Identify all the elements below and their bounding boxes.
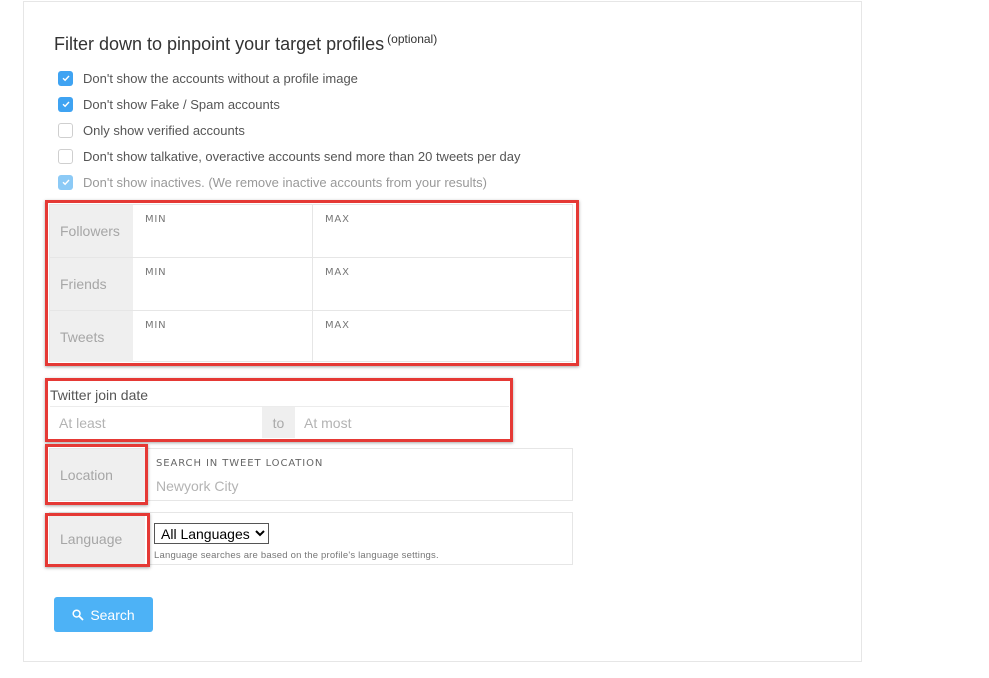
search-button[interactable]: Search <box>54 597 153 632</box>
checkmark-icon <box>62 75 70 82</box>
location-field-label: SEARCH IN TWEET LOCATION <box>156 458 324 469</box>
search-icon <box>72 608 84 621</box>
language-note: Language searches are based on the profi… <box>154 550 439 561</box>
checkbox-label: Don't show Fake / Spam accounts <box>83 96 280 112</box>
checkbox-row-no-fake-spam[interactable]: Don't show Fake / Spam accounts <box>58 95 280 113</box>
checkbox-row-no-talkative[interactable]: Don't show talkative, overactive account… <box>58 147 521 165</box>
checkmark-icon <box>62 101 70 108</box>
checkbox-verified-only[interactable] <box>58 122 73 138</box>
checkmark-icon <box>62 179 70 186</box>
checkbox-row-no-profile-image[interactable]: Don't show the accounts without a profil… <box>58 69 358 87</box>
checkbox-row-verified-only[interactable]: Only show verified accounts <box>58 121 245 139</box>
checkbox-no-profile-image[interactable] <box>58 70 73 86</box>
highlight-box <box>45 513 150 567</box>
section-title: Filter down to pinpoint your target prof… <box>54 32 438 55</box>
location-input[interactable] <box>150 475 568 497</box>
checkbox-label: Only show verified accounts <box>83 122 245 138</box>
search-button-label: Search <box>90 606 135 623</box>
checkbox-label: Don't show the accounts without a profil… <box>83 70 358 86</box>
optional-label: (optional) <box>387 32 438 46</box>
checkbox-no-inactives <box>58 174 73 190</box>
checkbox-row-no-inactives: Don't show inactives. (We remove inactiv… <box>58 173 487 191</box>
section-title-text: Filter down to pinpoint your target prof… <box>54 34 385 54</box>
highlight-box <box>45 444 148 505</box>
language-select[interactable]: All Languages <box>154 523 269 544</box>
checkbox-no-talkative[interactable] <box>58 148 73 164</box>
highlight-box <box>45 378 513 442</box>
highlight-box <box>45 200 579 366</box>
checkbox-no-fake-spam[interactable] <box>58 96 73 112</box>
checkbox-label: Don't show inactives. (We remove inactiv… <box>83 174 487 190</box>
checkbox-label: Don't show talkative, overactive account… <box>83 148 521 164</box>
